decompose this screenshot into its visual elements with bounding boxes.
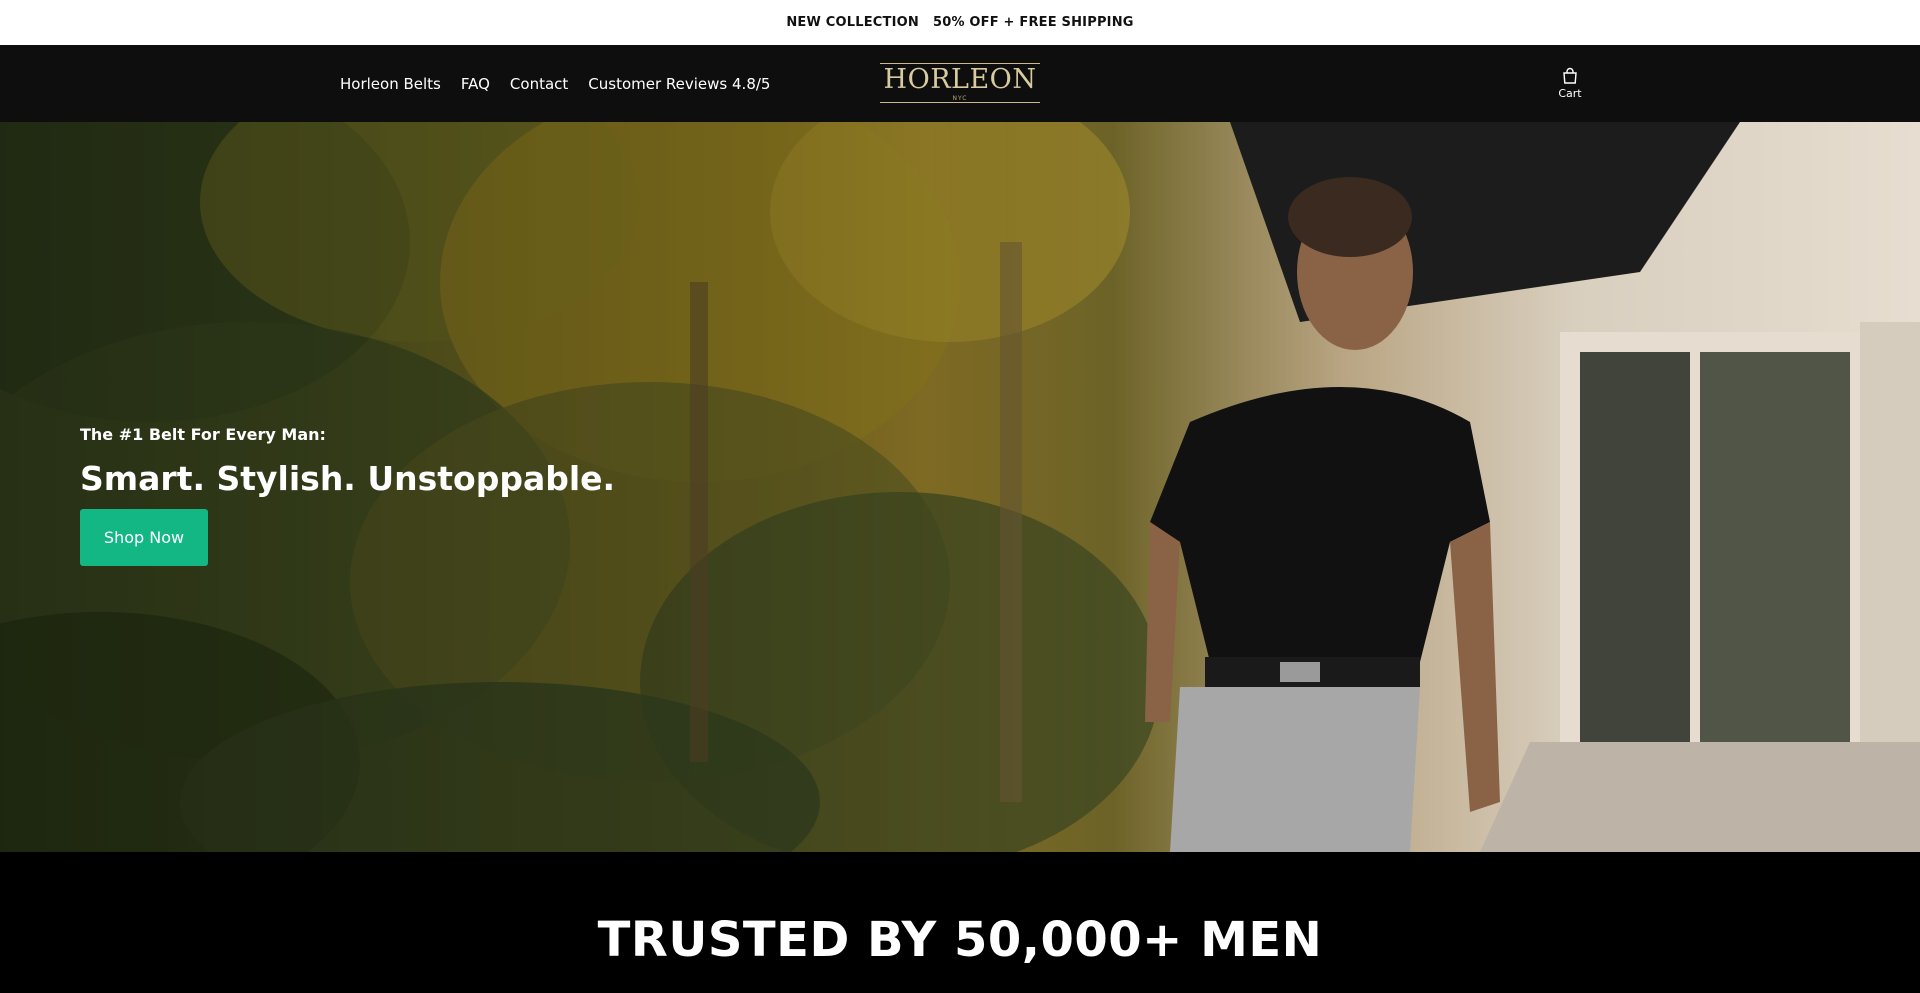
nav-item-customer-reviews[interactable]: Customer Reviews 4.8/5 [588, 75, 770, 93]
cart-label: Cart [1558, 87, 1582, 100]
logo-subtext: NYC [952, 94, 968, 102]
nav-item-horleon-belts[interactable]: Horleon Belts [340, 75, 441, 93]
trust-section: TRUSTED BY 50,000+ MEN [0, 852, 1920, 993]
shopping-bag-icon [1563, 67, 1577, 84]
announcement-offer: 50% OFF + FREE SHIPPING [932, 15, 1134, 30]
announcement-new-collection: NEW COLLECTION [786, 15, 919, 30]
shop-now-button[interactable]: Shop Now [80, 509, 208, 566]
nav-item-faq[interactable]: FAQ [461, 75, 490, 93]
main-nav: Horleon Belts FAQ Contact Customer Revie… [340, 45, 790, 122]
logo-wordmark: HORLEON [883, 63, 1037, 95]
site-header: Horleon Belts FAQ Contact Customer Revie… [0, 45, 1920, 122]
announcement-bar: NEW COLLECTION 50% OFF + FREE SHIPPING [0, 0, 1920, 45]
hero-eyebrow: The #1 Belt For Every Man: [80, 425, 326, 444]
brand-logo[interactable]: HORLEON NYC [880, 63, 1040, 103]
hero-banner: The #1 Belt For Every Man: Smart. Stylis… [0, 122, 1920, 852]
trust-heading: TRUSTED BY 50,000+ MEN [597, 912, 1323, 968]
hero-title: Smart. Stylish. Unstoppable. [80, 459, 616, 498]
cart-button[interactable]: Cart [1550, 67, 1590, 103]
nav-item-contact[interactable]: Contact [510, 75, 568, 93]
